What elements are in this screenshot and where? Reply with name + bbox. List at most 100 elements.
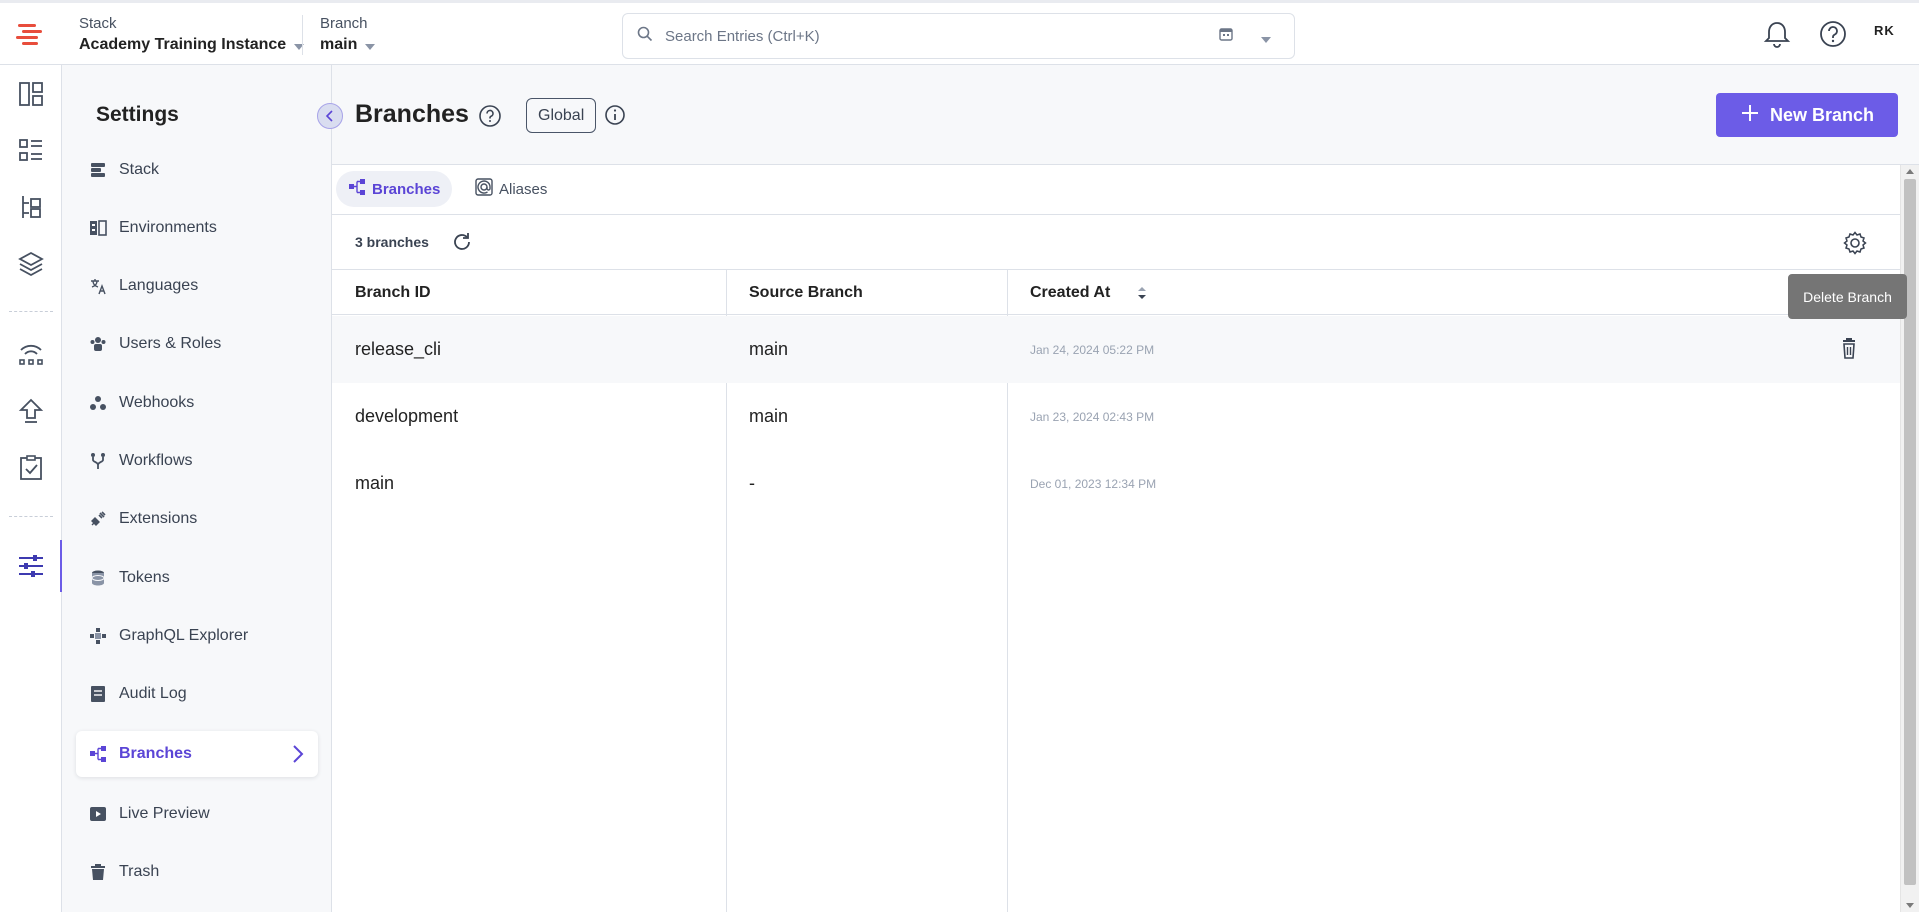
stack-icon	[88, 160, 108, 180]
sidebar-item-graphql-explorer[interactable]: GraphQL Explorer	[76, 613, 318, 659]
audit-log-icon	[88, 684, 108, 704]
source-branch-cell: main	[749, 339, 789, 359]
new-branch-button[interactable]: New Branch	[1716, 93, 1898, 137]
app-rail	[0, 65, 62, 912]
tab-label: Branches	[372, 180, 441, 198]
sidebar-item-label: Audit Log	[119, 685, 187, 702]
dashboard-icon[interactable]	[17, 80, 45, 108]
sidebar-item-stack[interactable]: Stack	[76, 147, 318, 193]
table-row[interactable]: main - Dec 01, 2023 12:34 PM	[332, 450, 1900, 517]
sidebar-item-label: Webhooks	[119, 394, 195, 411]
scroll-down-arrow-icon[interactable]	[1906, 903, 1914, 908]
column-header-created-at[interactable]: Created At	[1007, 270, 1110, 315]
notifications-bell-icon[interactable]	[1762, 19, 1792, 54]
page-header: Branches Global New Branch	[332, 65, 1919, 165]
help-icon[interactable]	[478, 104, 502, 133]
calendar-icon[interactable]	[1219, 27, 1233, 46]
branches-icon	[348, 178, 366, 200]
created-at-cell: Dec 01, 2023 12:34 PM	[1030, 476, 1157, 491]
sidebar-item-label: Workflows	[119, 452, 193, 469]
chevron-down-icon	[365, 43, 376, 50]
column-header-source-branch: Source Branch	[749, 283, 863, 301]
branch-label: Branch	[320, 15, 368, 32]
table-row[interactable]: development main Jan 23, 2024 02:43 PM	[332, 383, 1900, 450]
help-icon[interactable]	[1818, 19, 1848, 54]
search-icon	[637, 26, 653, 47]
sidebar-item-branches[interactable]: Branches	[76, 731, 318, 777]
sidebar-item-workflows[interactable]: Workflows	[76, 438, 318, 484]
page-title: Branches	[355, 100, 469, 128]
chevron-right-icon	[292, 744, 304, 769]
sidebar-item-label: Environments	[119, 219, 217, 236]
entries-icon[interactable]	[17, 193, 45, 221]
search-input[interactable]: Search Entries (Ctrl+K)	[665, 28, 820, 45]
environments-icon	[88, 218, 108, 238]
branch-id-cell: development	[355, 406, 459, 426]
sidebar-title: Settings	[96, 103, 179, 126]
branch-count: 3 branches	[355, 234, 429, 250]
tab-bar: Branches Aliases	[332, 165, 1900, 215]
sidebar-item-label: Trash	[119, 863, 160, 880]
sort-icon[interactable]	[1136, 284, 1148, 307]
stack-name: Academy Training Instance	[79, 36, 287, 53]
user-avatar[interactable]: RK	[1874, 23, 1895, 38]
scroll-up-arrow-icon[interactable]	[1906, 169, 1914, 174]
search-bar[interactable]: Search Entries (Ctrl+K)	[622, 13, 1295, 59]
live-preview-icon	[88, 804, 108, 824]
delete-branch-tooltip: Delete Branch	[1788, 274, 1907, 319]
sidebar-item-languages[interactable]: Languages	[76, 263, 318, 309]
settings-sidebar: Settings Stack Environments Languages Us…	[62, 65, 343, 912]
trash-icon	[88, 862, 108, 882]
sidebar-item-label: Tokens	[119, 569, 170, 586]
delete-branch-trash-icon[interactable]	[1837, 336, 1861, 367]
new-branch-label: New Branch	[1769, 104, 1875, 125]
sidebar-item-environments[interactable]: Environments	[76, 205, 318, 251]
divider	[9, 311, 53, 312]
branch-selector[interactable]: Branch main	[320, 15, 376, 54]
divider	[9, 516, 53, 517]
search-filter-dropdown-icon[interactable]	[1261, 37, 1271, 43]
sidebar-item-label: Extensions	[119, 510, 198, 527]
settings-sliders-icon[interactable]	[17, 552, 45, 580]
info-icon[interactable]	[604, 104, 626, 131]
created-at-cell: Jan 23, 2024 02:43 PM	[1030, 409, 1155, 424]
alias-at-icon	[475, 178, 493, 200]
assets-layers-icon[interactable]	[17, 250, 45, 278]
sidebar-item-users-roles[interactable]: Users & Roles	[76, 321, 318, 367]
table-toolbar: 3 branches	[332, 215, 1900, 270]
divider	[302, 15, 303, 55]
contentstack-logo-icon[interactable]	[14, 21, 46, 49]
tab-aliases[interactable]: Aliases	[463, 171, 559, 207]
sidebar-item-webhooks[interactable]: Webhooks	[76, 380, 318, 426]
sidebar-item-audit-log[interactable]: Audit Log	[76, 671, 318, 717]
branch-name: main	[320, 36, 358, 53]
sidebar-item-extensions[interactable]: Extensions	[76, 496, 318, 542]
refresh-icon[interactable]	[450, 230, 474, 259]
collapse-sidebar-button[interactable]	[317, 103, 343, 129]
tokens-icon	[88, 568, 108, 588]
source-branch-cell: -	[749, 473, 755, 493]
sidebar-item-tokens[interactable]: Tokens	[76, 555, 318, 601]
extensions-icon	[88, 509, 108, 529]
content-models-icon[interactable]	[17, 136, 45, 164]
tab-label: Aliases	[499, 180, 548, 198]
tab-branches[interactable]: Branches	[336, 171, 453, 207]
table-settings-gear-icon[interactable]	[1842, 230, 1868, 261]
sidebar-item-trash[interactable]: Trash	[76, 849, 318, 895]
sidebar-item-live-preview[interactable]: Live Preview	[76, 791, 318, 837]
publish-queue-icon[interactable]	[17, 397, 45, 425]
branch-id-cell: release_cli	[355, 339, 442, 359]
top-header: Stack Academy Training Instance Branch m…	[0, 0, 1919, 65]
created-at-cell: Jan 24, 2024 05:22 PM	[1030, 342, 1155, 357]
tasks-clipboard-icon[interactable]	[17, 454, 45, 482]
main-content: Branches Global New Branch Branches Alia…	[332, 65, 1919, 912]
stack-selector[interactable]: Stack Academy Training Instance	[79, 15, 305, 54]
sidebar-item-label: Languages	[119, 277, 199, 294]
table-row[interactable]: release_cli main Jan 24, 2024 05:22 PM	[332, 316, 1900, 383]
graphql-icon	[88, 626, 108, 646]
branch-id-cell: main	[355, 473, 395, 493]
marketplace-icon[interactable]	[17, 340, 45, 368]
stack-label: Stack	[79, 15, 117, 32]
sidebar-item-label: Live Preview	[119, 805, 210, 822]
languages-icon	[88, 276, 108, 296]
